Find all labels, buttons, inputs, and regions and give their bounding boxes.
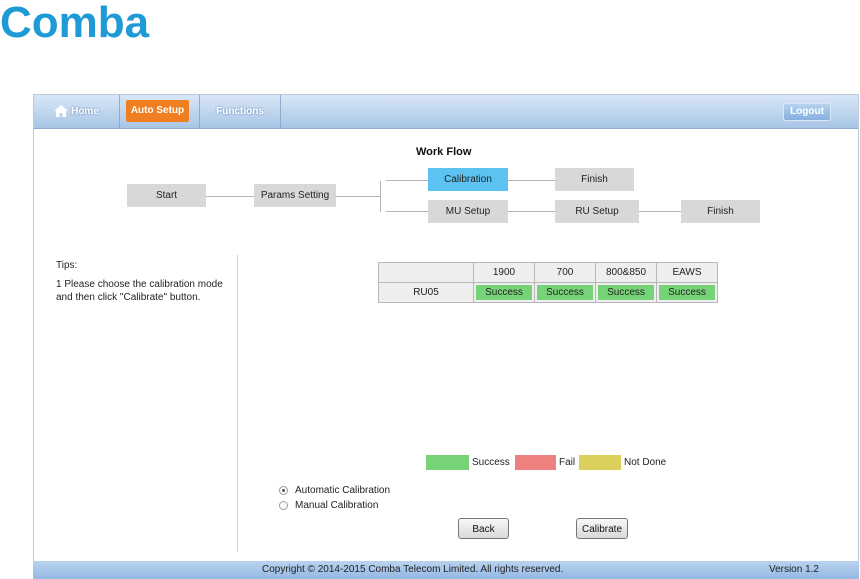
step-start: Start — [127, 184, 206, 207]
legend-success-swatch — [426, 455, 469, 470]
connector-params-branch — [336, 196, 380, 197]
tips-panel: Tips: 1 Please choose the calibration mo… — [56, 259, 226, 310]
table-header-row: 1900 700 800&850 EAWS — [378, 262, 718, 283]
connector-start-params — [206, 196, 254, 197]
main-frame: Home Auto Setup Functions Logout Work Fl… — [33, 94, 859, 579]
radio-automatic-label: Automatic Calibration — [295, 485, 391, 496]
nav-functions[interactable]: Functions — [200, 95, 281, 128]
connector-branch-bottom — [386, 211, 428, 212]
status-cell: Success — [534, 282, 596, 303]
table-row: RU05 Success Success Success Success — [378, 282, 718, 303]
workflow-title: Work Flow — [416, 146, 472, 158]
status-cell: Success — [595, 282, 657, 303]
nav-home[interactable]: Home — [34, 95, 120, 128]
copyright-text: Copyright © 2014-2015 Comba Telecom Limi… — [262, 564, 564, 575]
nav-functions-label: Functions — [216, 106, 264, 117]
home-icon — [54, 105, 69, 118]
status-cell: Success — [473, 282, 535, 303]
calibrate-button[interactable]: Calibrate — [576, 518, 628, 539]
footer-bar: Copyright © 2014-2015 Comba Telecom Limi… — [33, 561, 859, 579]
tips-text: 1 Please choose the calibration mode and… — [56, 279, 223, 303]
table-header-cell: 1900 — [473, 262, 535, 283]
connector-branch-vertical — [380, 181, 381, 212]
step-finish-2: Finish — [681, 200, 760, 223]
back-button[interactable]: Back — [458, 518, 509, 539]
table-header-cell — [378, 262, 474, 283]
legend-not-done-swatch — [579, 455, 621, 470]
connector-mu-ru — [508, 211, 555, 212]
step-mu-setup: MU Setup — [428, 200, 508, 223]
step-calibration: Calibration — [428, 168, 508, 191]
logout-button[interactable]: Logout — [783, 103, 831, 121]
legend-fail-swatch — [515, 455, 556, 470]
step-finish-1: Finish — [555, 168, 634, 191]
radio-checked-icon[interactable] — [279, 485, 288, 495]
step-params-setting: Params Setting — [254, 184, 336, 207]
status-success-badge: Success — [476, 285, 532, 300]
status-success-badge: Success — [537, 285, 593, 300]
legend-success-label: Success — [472, 457, 510, 468]
status-success-badge: Success — [659, 285, 715, 300]
nav-auto-setup-label: Auto Setup — [126, 100, 189, 122]
nav-bar: Home Auto Setup Functions Logout — [34, 95, 858, 129]
connector-ru-finish — [639, 211, 681, 212]
legend-not-done-label: Not Done — [624, 457, 667, 468]
panel-divider — [237, 255, 238, 552]
comba-logo: Comba — [0, 0, 150, 47]
connector-branch-top — [386, 180, 428, 181]
row-name-cell: RU05 — [378, 282, 474, 303]
table-header-cell: 700 — [534, 262, 596, 283]
radio-manual-calibration[interactable]: Manual Calibration — [279, 499, 378, 513]
radio-automatic-calibration[interactable]: Automatic Calibration — [279, 484, 390, 498]
calibration-status-table: 1900 700 800&850 EAWS RU05 Success Succe… — [378, 262, 718, 303]
step-ru-setup: RU Setup — [555, 200, 639, 223]
radio-manual-label: Manual Calibration — [295, 500, 379, 511]
tips-heading: Tips: — [56, 260, 78, 271]
radio-unchecked-icon[interactable] — [279, 500, 288, 510]
table-header-cell: 800&850 — [595, 262, 657, 283]
status-cell: Success — [656, 282, 718, 303]
nav-auto-setup[interactable]: Auto Setup — [120, 95, 200, 128]
connector-cal-finish — [508, 180, 555, 181]
table-header-cell: EAWS — [656, 262, 718, 283]
nav-home-label: Home — [71, 106, 99, 117]
legend-fail-label: Fail — [559, 457, 576, 468]
status-success-badge: Success — [598, 285, 654, 300]
version-text: Version 1.2 — [768, 564, 819, 575]
